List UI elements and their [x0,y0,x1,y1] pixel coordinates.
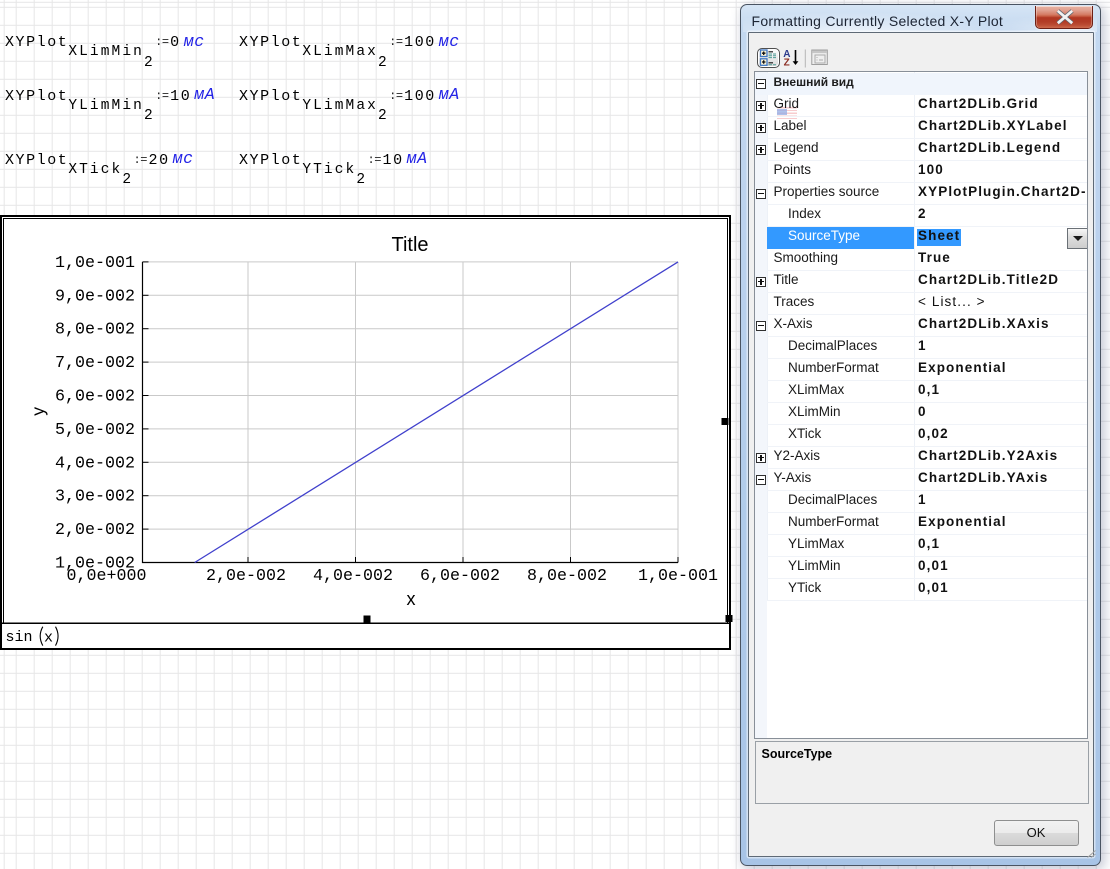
svg-text:2,0e-002: 2,0e-002 [206,567,286,586]
svg-text:7,0e-002: 7,0e-002 [55,354,135,373]
svg-text:1,0e-001: 1,0e-001 [638,567,718,586]
svg-text:Title: Title [391,234,428,256]
svg-text:2,0e-002: 2,0e-002 [55,521,135,540]
svg-text:4,0e-002: 4,0e-002 [313,567,393,586]
svg-text:4,0e-002: 4,0e-002 [55,454,135,473]
svg-text:Z: Z [784,57,790,68]
svg-text:1,0e-001: 1,0e-001 [55,254,135,273]
svg-text:6,0e-002: 6,0e-002 [420,567,500,586]
svg-text:x: x [44,629,53,646]
svg-text:y: y [28,407,48,416]
svg-text:0,0e+000: 0,0e+000 [67,567,147,586]
svg-text:3,0e-002: 3,0e-002 [55,488,135,507]
svg-text:5,0e-002: 5,0e-002 [55,421,135,440]
svg-text:x: x [407,589,416,609]
svg-text:sin: sin [6,629,33,646]
svg-text:6,0e-002: 6,0e-002 [55,388,135,407]
svg-text:8,0e-002: 8,0e-002 [55,321,135,340]
svg-text:9,0e-002: 9,0e-002 [55,287,135,306]
svg-text:8,0e-002: 8,0e-002 [527,567,607,586]
